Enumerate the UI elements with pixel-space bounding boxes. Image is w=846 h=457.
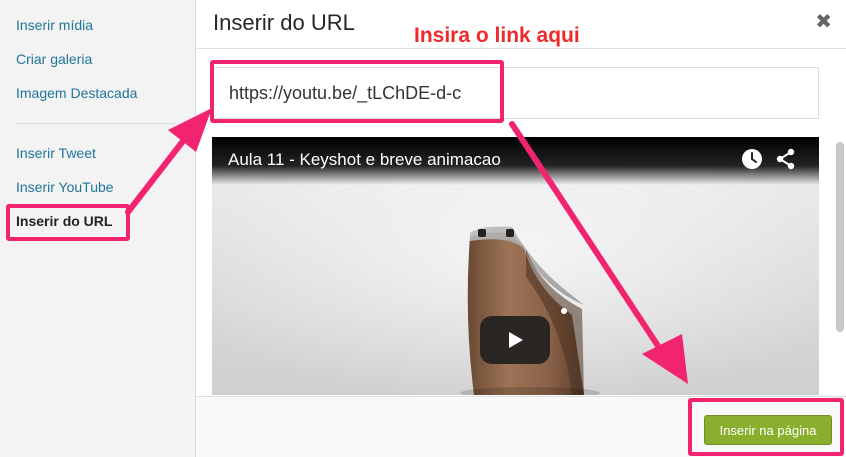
sidebar-item-insert-tweet[interactable]: Inserir Tweet [16,145,96,161]
sidebar-item-create-gallery[interactable]: Criar galeria [16,51,92,67]
title-divider [197,48,846,49]
url-highlight-box [210,60,504,123]
play-button[interactable] [480,316,550,364]
sidebar-item-featured-image[interactable]: Imagem Destacada [16,85,137,101]
modal-title: Inserir do URL [213,10,355,35]
sidebar-item-insert-youtube[interactable]: Inserir YouTube [16,179,114,195]
modal-scrollbar[interactable] [836,50,844,394]
play-icon [509,332,523,348]
video-title[interactable]: Aula 11 - Keyshot e breve animacao [228,150,501,170]
button-highlight-box [688,398,844,456]
clock-icon[interactable] [741,148,763,170]
scroll-thumb[interactable] [836,142,844,332]
video-preview[interactable]: Aula 11 - Keyshot e breve animacao [212,137,819,395]
close-icon[interactable]: ✖ [815,12,832,32]
sidebar-highlight-box [6,204,130,241]
share-icon[interactable] [775,148,797,170]
sidebar-item-insert-media[interactable]: Inserir mídia [16,17,93,33]
sidebar-divider [16,123,176,124]
annotation-text: Insira o link aqui [414,24,580,47]
